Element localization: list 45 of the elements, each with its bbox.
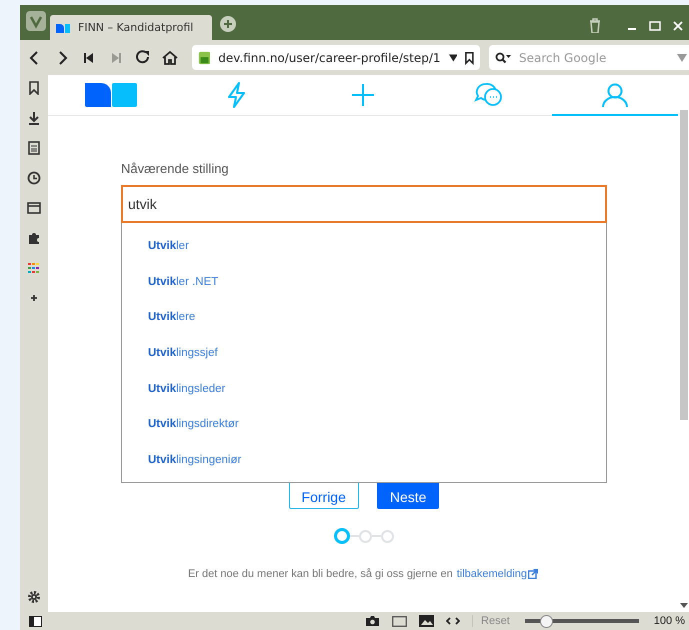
plus-icon — [351, 82, 375, 106]
window-icon[interactable] — [392, 616, 408, 626]
clock-icon[interactable] — [27, 171, 41, 185]
bookmark-icon[interactable] — [27, 81, 41, 95]
code-icon[interactable] — [446, 616, 460, 626]
notes-icon[interactable] — [27, 141, 41, 155]
settings-icon[interactable] — [27, 590, 41, 604]
search-icon — [495, 52, 511, 64]
vivaldi-logo-icon[interactable] — [26, 11, 46, 31]
download-icon[interactable] — [27, 111, 41, 125]
slider-thumb[interactable] — [540, 614, 554, 628]
trash-icon[interactable] — [589, 18, 601, 33]
field-label: Nåværende stilling — [121, 161, 230, 176]
camera-icon[interactable] — [365, 615, 380, 627]
suggestion-item[interactable]: Utviklingsdirektør — [122, 406, 606, 442]
maximize-icon[interactable] — [649, 20, 661, 30]
puzzle-icon[interactable] — [27, 231, 41, 245]
browser-tab[interactable]: FINN – Kandidatprofil — [50, 15, 212, 40]
suggestion-item[interactable]: Utviklingsleder — [122, 370, 606, 406]
job-title-input[interactable]: utvik — [121, 185, 607, 223]
external-link-icon — [528, 569, 538, 579]
search-input[interactable]: Search Google — [517, 50, 671, 66]
search-field[interactable]: Search Google — [489, 45, 689, 70]
site-logo-icon — [56, 22, 70, 32]
feedback-link[interactable]: tilbakemelding — [456, 568, 538, 580]
user-icon — [602, 82, 628, 106]
finn-logo-icon — [85, 82, 137, 106]
bookmark-icon[interactable] — [465, 50, 474, 64]
image-icon[interactable] — [419, 615, 434, 627]
dropdown-caret-icon[interactable] — [448, 54, 458, 62]
suggestion-item[interactable]: Utvikler .NET — [122, 264, 606, 300]
new-tab-icon[interactable] — [220, 16, 236, 32]
panel-toggle-icon[interactable] — [29, 616, 42, 626]
chat-bubbles-icon — [474, 82, 504, 108]
app-grid-icon[interactable] — [27, 261, 41, 275]
suggestion-item[interactable]: Utvikler — [122, 228, 606, 264]
home-button-icon[interactable] — [161, 48, 179, 66]
zoom-level: 100 % — [654, 615, 685, 627]
scroll-down-icon[interactable] — [680, 603, 688, 608]
address-bar[interactable]: dev.finn.no/user/career-profile/step/1 — [192, 45, 480, 70]
close-icon[interactable] — [673, 20, 683, 30]
suggestion-item[interactable]: Utviklere — [122, 299, 606, 336]
feedback-text: Er det noe du mener kan bli bedre, så gi oss gjerne en — [188, 568, 453, 580]
suggestion-item[interactable]: Utviklingssjef — [122, 335, 606, 371]
window-icon[interactable] — [27, 201, 41, 215]
